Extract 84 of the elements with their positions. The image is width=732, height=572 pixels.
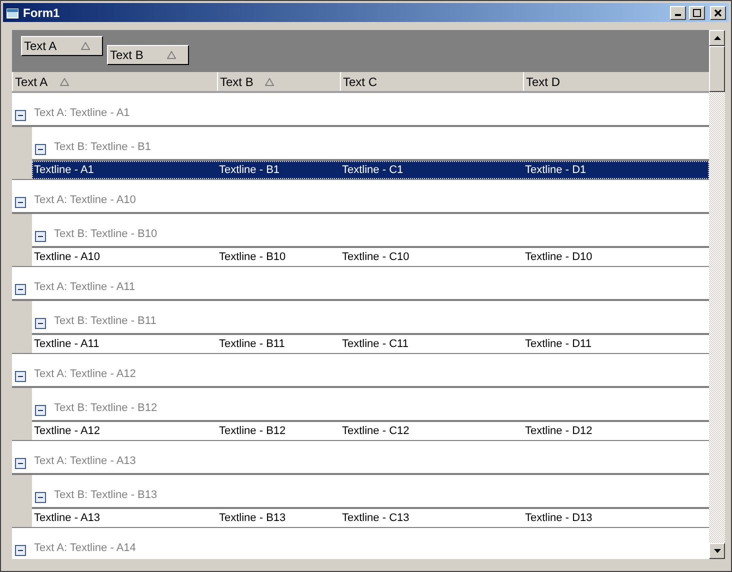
scroll-down-button[interactable] [709, 543, 725, 559]
group-caption: Text A: Textline - A14 [34, 540, 136, 556]
table-cell-text: Textline - B1 [218, 162, 281, 178]
table-cell-text: Textline - C10 [341, 250, 410, 265]
window-title: Form1 [23, 4, 60, 22]
indent-margin [12, 301, 32, 353]
collapse-icon[interactable] [15, 458, 26, 469]
vertical-scrollbar[interactable] [709, 30, 725, 559]
group-row[interactable]: Text A: Textline - A13 [12, 441, 709, 475]
collapse-icon[interactable] [35, 318, 46, 329]
table-cell-text: Textline - C1 [341, 162, 404, 178]
close-button[interactable] [710, 6, 726, 20]
group-caption: Text A: Textline - A10 [34, 192, 136, 208]
table-cell-text: Textline - A1 [33, 162, 95, 178]
group-caption: Text A: Textline - A1 [34, 106, 130, 120]
collapse-icon[interactable] [35, 144, 46, 155]
scroll-thumb[interactable] [709, 46, 725, 92]
group-caption: Text B: Textline - B10 [54, 226, 158, 242]
down-arrow-icon [714, 549, 720, 553]
group-by-chip[interactable]: Text B [107, 45, 189, 65]
collapse-icon[interactable] [15, 284, 26, 295]
table-cell-text: Textline - D13 [524, 510, 594, 526]
group-row[interactable]: Text A: Textline - A10 [12, 180, 709, 214]
group-row[interactable]: Text B: Textline - B12 [32, 388, 709, 422]
data-row[interactable]: Textline - A13 Textline - B13 Textline - C13 Textline - D13 [32, 509, 709, 527]
table-cell-text: Textline - A12 [33, 424, 102, 439]
sort-arrow-icon [60, 78, 69, 86]
minimize-icon [675, 14, 681, 16]
collapse-icon[interactable] [35, 492, 46, 503]
table-cell-text: Textline - B11 [218, 336, 286, 352]
group-caption: Text A: Textline - A11 [34, 280, 136, 294]
close-icon [714, 8, 722, 16]
maximize-icon [693, 8, 701, 16]
table-cell-text: Textline - A13 [33, 510, 102, 526]
table-cell-text: Textline - C13 [341, 510, 410, 526]
table-cell-text: Textline - D12 [524, 424, 594, 439]
collapse-icon[interactable] [35, 231, 46, 242]
table-cell-text: Textline - B13 [218, 510, 287, 526]
sort-arrow-icon [265, 78, 274, 86]
table-cell-text: Textline - C12 [341, 424, 410, 439]
data-row[interactable]: Textline - A12 Textline - B12 Textline - C12 Textline - D12 [32, 422, 709, 440]
group-row[interactable]: Text B: Textline - B10 [32, 214, 709, 248]
data-row[interactable]: Textline - A1 Textline - B1 Textline - C1 Textline - D1 [32, 161, 709, 179]
collapse-icon[interactable] [15, 197, 26, 208]
up-arrow-icon [714, 36, 720, 40]
table-cell-text: Textline - A11 [33, 336, 100, 352]
column-header[interactable]: Text C [340, 72, 523, 91]
column-header[interactable]: Text A [12, 72, 217, 91]
sort-arrow-icon [81, 42, 90, 50]
group-row[interactable]: Text A: Textline - A11 [12, 267, 709, 301]
collapse-icon[interactable] [15, 545, 26, 556]
data-row[interactable]: Textline - A11 Textline - B11 Textline - C11 Textline - D11 [32, 335, 709, 353]
group-row[interactable]: Text A: Textline - A12 [12, 354, 709, 388]
scroll-up-button[interactable] [709, 30, 725, 46]
group-row[interactable]: Text A: Textline - A1 [12, 93, 709, 127]
indent-margin [12, 127, 32, 179]
data-row[interactable]: Textline - A10 Textline - B10 Textline - C10 Textline - D10 [32, 248, 709, 266]
collapse-icon[interactable] [35, 405, 46, 416]
group-row[interactable]: Text B: Textline - B13 [32, 475, 709, 509]
group-row[interactable]: Text B: Textline - B11 [32, 301, 709, 335]
table-cell-text: Textline - B10 [218, 250, 287, 265]
table-cell-text: Textline - B12 [218, 424, 287, 439]
window-icon [6, 6, 20, 18]
group-by-chip[interactable]: Text A [21, 36, 103, 56]
group-caption: Text A: Textline - A13 [34, 454, 136, 468]
group-caption: Text B: Textline - B12 [54, 400, 158, 416]
table-cell-text: Textline - A10 [33, 250, 102, 265]
indent-margin [12, 475, 32, 527]
table-cell-text: Textline - D11 [524, 336, 592, 352]
indent-margin [12, 214, 32, 266]
collapse-icon[interactable] [15, 371, 26, 382]
table-cell-text: Textline - D10 [524, 250, 594, 265]
group-caption: Text B: Textline - B13 [54, 488, 158, 502]
collapse-icon[interactable] [15, 110, 26, 121]
sort-arrow-icon [167, 51, 176, 59]
maximize-button[interactable] [689, 6, 705, 20]
column-header[interactable]: Text B [217, 72, 340, 91]
table-cell-text: Textline - D1 [524, 162, 588, 178]
group-caption: Text A: Textline - A12 [34, 366, 136, 382]
table-cell-text: Textline - C11 [341, 336, 410, 352]
group-caption: Text B: Textline - B11 [54, 314, 156, 328]
group-caption: Text B: Textline - B1 [54, 140, 152, 154]
minimize-button[interactable] [670, 6, 686, 20]
indent-margin [12, 388, 32, 440]
